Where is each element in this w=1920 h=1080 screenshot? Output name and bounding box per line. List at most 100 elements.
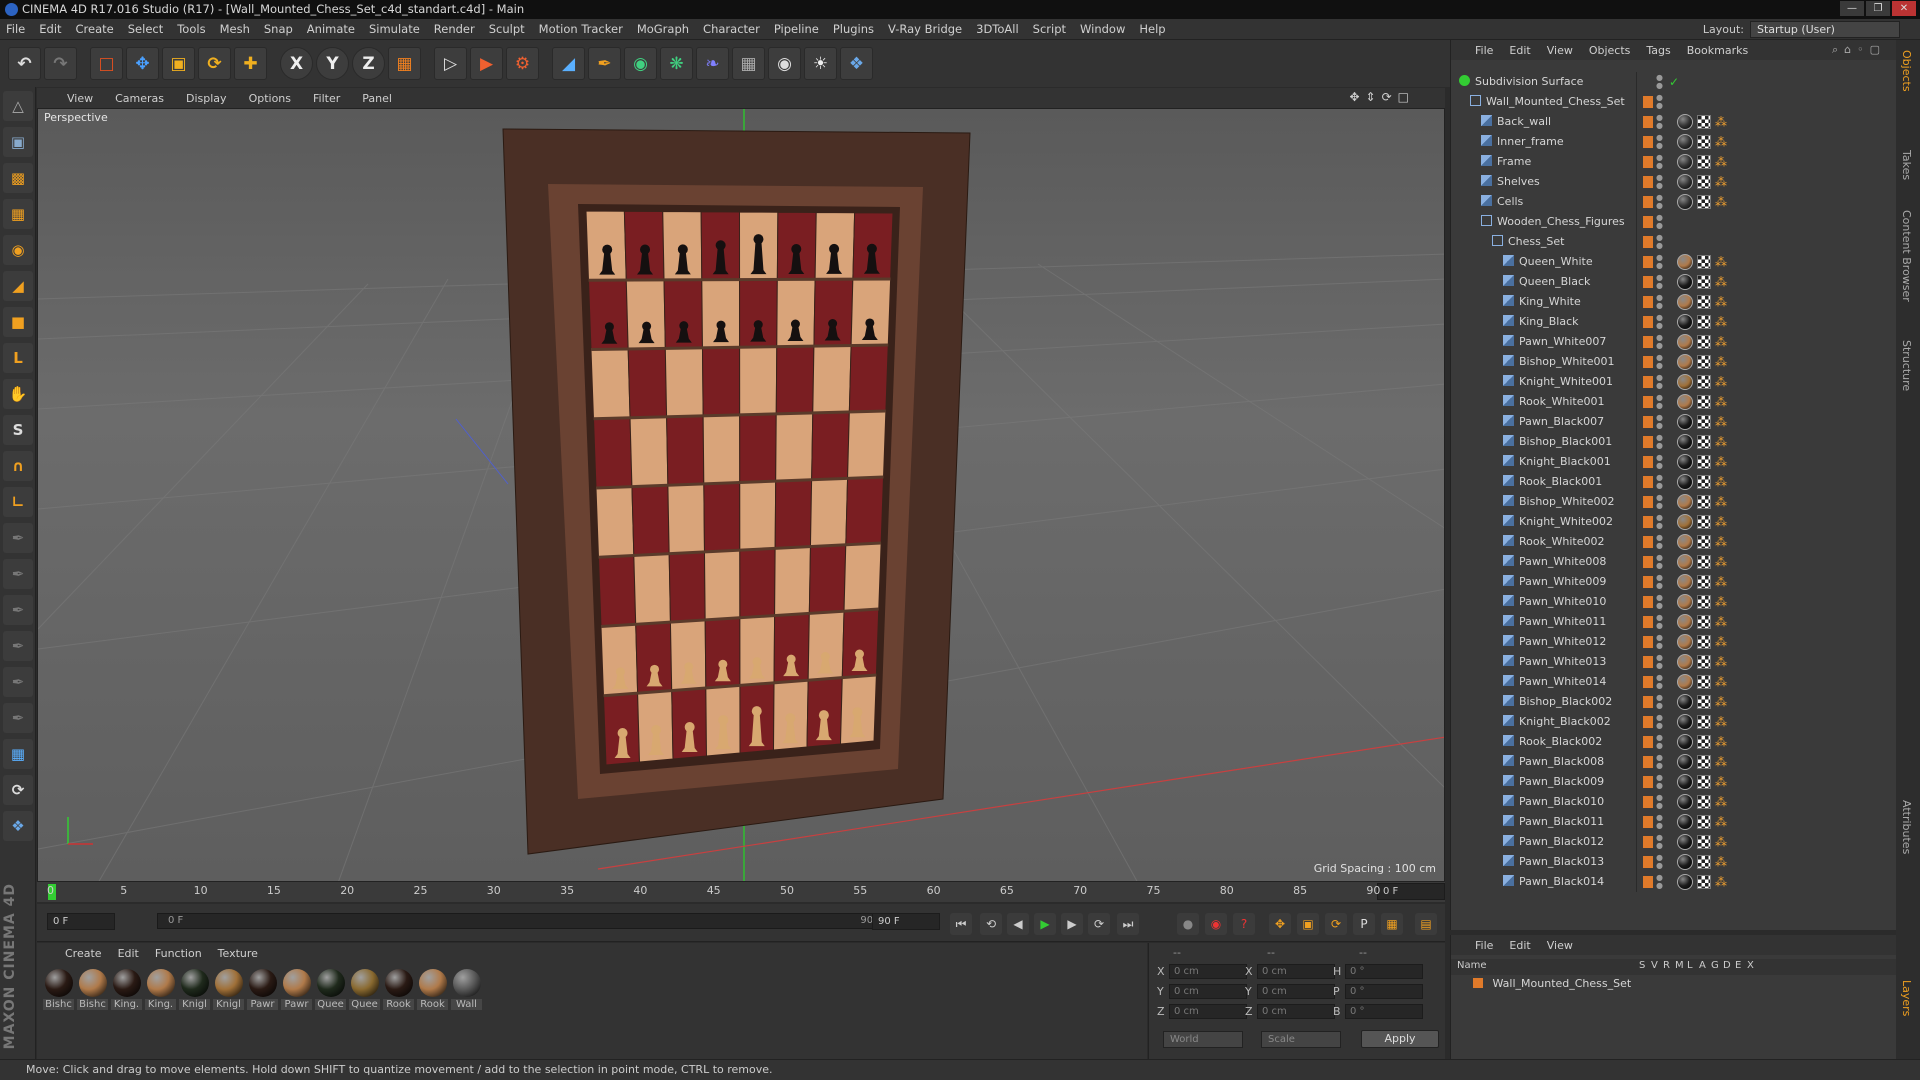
visibility-dots-icon[interactable]: ● ● <box>1656 294 1663 310</box>
layer-color-tag[interactable] <box>1643 316 1653 328</box>
visibility-dots-icon[interactable]: ● ● <box>1656 74 1663 90</box>
texture-tag-icon[interactable]: ⁂ <box>1715 135 1727 149</box>
edges-mode-icon[interactable]: ◢ <box>3 271 33 301</box>
viewport-menu-cameras[interactable]: Cameras <box>115 92 164 105</box>
coord-value-field[interactable]: 0 cm <box>1169 983 1247 999</box>
material-tag-icon[interactable] <box>1677 554 1693 570</box>
layer-color-tag[interactable] <box>1643 656 1653 668</box>
visibility-dots-icon[interactable]: ● ● <box>1656 714 1663 730</box>
layer-color-tag[interactable] <box>1643 96 1653 108</box>
material-swatch[interactable]: Bishc <box>77 969 108 1010</box>
material-tag-icon[interactable] <box>1677 294 1693 310</box>
deformer-icon[interactable]: ❧ <box>696 47 729 80</box>
light-icon[interactable]: ☀ <box>804 47 837 80</box>
object-row[interactable]: Pawn_Black010 ● ● ⁂ <box>1451 792 1897 812</box>
texture-tag-icon[interactable]: ⁂ <box>1715 115 1727 129</box>
layer-color-tag[interactable] <box>1643 696 1653 708</box>
object-mode-icon[interactable]: ▣ <box>3 127 33 157</box>
visibility-dots-icon[interactable]: ● ● <box>1656 134 1663 150</box>
goto-end-icon[interactable]: ⏭ <box>1117 913 1139 935</box>
uvw-tag-icon[interactable] <box>1697 375 1711 389</box>
visibility-dots-icon[interactable]: ● ● <box>1656 354 1663 370</box>
layout-dropdown[interactable]: Startup (User) <box>1750 21 1900 38</box>
material-tag-icon[interactable] <box>1677 314 1693 330</box>
workplane-icon[interactable]: ▦ <box>3 199 33 229</box>
menu-item-3dtoall[interactable]: 3DToAll <box>976 22 1019 36</box>
minimize-icon[interactable]: — <box>1840 1 1864 16</box>
current-frame-field[interactable]: 0 F <box>1377 883 1445 900</box>
restore-icon[interactable]: ❐ <box>1866 1 1890 16</box>
material-tag-icon[interactable] <box>1677 574 1693 590</box>
coord-system-icon[interactable]: ▦ <box>388 47 421 80</box>
texture-tag-icon[interactable]: ⁂ <box>1715 755 1727 769</box>
sculpt-mask-icon[interactable]: ✒ <box>3 703 33 733</box>
visibility-dots-icon[interactable]: ● ● <box>1656 734 1663 750</box>
layer-color-tag[interactable] <box>1643 196 1653 208</box>
object-menu-file[interactable]: File <box>1475 44 1493 57</box>
layer-menu-edit[interactable]: Edit <box>1509 939 1530 952</box>
layer-color-tag[interactable] <box>1643 516 1653 528</box>
keyframe-selection-icon[interactable]: ? <box>1233 913 1255 935</box>
uvw-tag-icon[interactable] <box>1697 415 1711 429</box>
menu-item-mograph[interactable]: MoGraph <box>637 22 689 36</box>
sculpt-smooth-icon[interactable]: ✒ <box>3 595 33 625</box>
viewport-menu-panel[interactable]: Panel <box>362 92 392 105</box>
object-row[interactable]: Pawn_White013 ● ● ⁂ <box>1451 652 1897 672</box>
layer-color-tag[interactable] <box>1643 576 1653 588</box>
uvw-tag-icon[interactable] <box>1697 855 1711 869</box>
timeline-ruler[interactable]: 0 F 0 5 10 15 20 25 30 35 40 45 50 55 60 65 70 75 80 85 90 <box>37 882 1445 902</box>
side-tab-structure[interactable]: Structure <box>1900 340 1913 391</box>
material-tag-icon[interactable] <box>1677 614 1693 630</box>
texture-tag-icon[interactable]: ⁂ <box>1715 775 1727 789</box>
uvw-tag-icon[interactable] <box>1697 535 1711 549</box>
layer-color-tag[interactable] <box>1643 756 1653 768</box>
texture-tag-icon[interactable]: ⁂ <box>1715 575 1727 589</box>
object-row[interactable]: Pawn_Black014 ● ● ⁂ <box>1451 872 1897 892</box>
visibility-dots-icon[interactable]: ● ● <box>1656 394 1663 410</box>
record-icon[interactable]: ● <box>1177 913 1199 935</box>
layer-color-tag[interactable] <box>1643 476 1653 488</box>
uvw-tag-icon[interactable] <box>1697 555 1711 569</box>
menu-item-motion-tracker[interactable]: Motion Tracker <box>539 22 623 36</box>
visibility-dots-icon[interactable]: ● ● <box>1656 774 1663 790</box>
texture-tag-icon[interactable]: ⁂ <box>1715 455 1727 469</box>
material-tag-icon[interactable] <box>1677 374 1693 390</box>
layer-color-tag[interactable] <box>1643 416 1653 428</box>
undo-icon[interactable]: ↶ <box>8 47 41 80</box>
layer-color-tag[interactable] <box>1643 596 1653 608</box>
uvw-tag-icon[interactable] <box>1697 775 1711 789</box>
tweak-icon[interactable]: ✋ <box>3 379 33 409</box>
redo-icon[interactable]: ↷ <box>44 47 77 80</box>
material-menu-texture[interactable]: Texture <box>218 947 258 960</box>
uvw-tag-icon[interactable] <box>1697 615 1711 629</box>
material-tag-icon[interactable] <box>1677 694 1693 710</box>
python-tool-icon[interactable]: ❖ <box>3 811 33 841</box>
object-row[interactable]: Pawn_White012 ● ● ⁂ <box>1451 632 1897 652</box>
visibility-dots-icon[interactable]: ● ● <box>1656 234 1663 250</box>
object-row[interactable]: Knight_White001 ● ● ⁂ <box>1451 372 1897 392</box>
coord-value-field[interactable]: 0 ° <box>1345 1003 1423 1019</box>
menu-item-simulate[interactable]: Simulate <box>369 22 420 36</box>
object-manager-search-icons[interactable]: ⌕⌂◦▢ <box>1832 43 1886 57</box>
material-tag-icon[interactable] <box>1677 194 1693 210</box>
texture-tag-icon[interactable]: ⁂ <box>1715 315 1727 329</box>
object-row[interactable]: Pawn_White008 ● ● ⁂ <box>1451 552 1897 572</box>
uvw-tag-icon[interactable] <box>1697 635 1711 649</box>
object-row[interactable]: Inner_frame ● ● ⁂ <box>1451 132 1897 152</box>
menu-item-animate[interactable]: Animate <box>307 22 355 36</box>
texture-tag-icon[interactable]: ⁂ <box>1715 715 1727 729</box>
layer-color-tag[interactable] <box>1643 136 1653 148</box>
material-tag-icon[interactable] <box>1677 174 1693 190</box>
viewport-menu-options[interactable]: Options <box>249 92 291 105</box>
material-tag-icon[interactable] <box>1677 774 1693 790</box>
object-row[interactable]: Pawn_White007 ● ● ⁂ <box>1451 332 1897 352</box>
uvw-tag-icon[interactable] <box>1697 275 1711 289</box>
material-tag-icon[interactable] <box>1677 354 1693 370</box>
material-menu-edit[interactable]: Edit <box>118 947 139 960</box>
sculpt-brush-icon[interactable]: ✒ <box>3 523 33 553</box>
visibility-dots-icon[interactable]: ● ● <box>1656 154 1663 170</box>
sculpt-grab-icon[interactable]: ✒ <box>3 667 33 697</box>
apply-button[interactable]: Apply <box>1361 1030 1439 1048</box>
visibility-dots-icon[interactable]: ● ● <box>1656 334 1663 350</box>
object-menu-edit[interactable]: Edit <box>1509 44 1530 57</box>
